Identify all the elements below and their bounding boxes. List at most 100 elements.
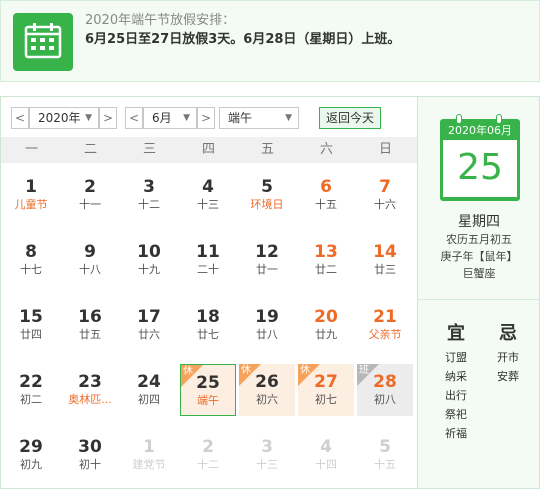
lunar-label: 初十 xyxy=(79,458,101,471)
detail-ganzhi-year: 庚子年【鼠年】 xyxy=(440,250,518,263)
prev-month-button[interactable]: < xyxy=(125,107,143,129)
date-card: 2020年06月 25 xyxy=(440,114,520,201)
chevron-down-icon: ▼ xyxy=(85,113,92,123)
day-number: 29 xyxy=(19,437,43,457)
lunar-label: 廿八 xyxy=(256,328,278,341)
day-cell[interactable]: 24 初四 xyxy=(121,364,177,416)
day-cell[interactable]: 休 27 初七 xyxy=(298,364,354,416)
day-number: 7 xyxy=(379,177,391,197)
day-cell[interactable]: 2 十一 xyxy=(62,169,118,221)
day-cell[interactable]: 5 环境日 xyxy=(239,169,295,221)
day-cell[interactable]: 12 廿一 xyxy=(239,234,295,286)
day-cell-selected[interactable]: 休 25 端午 xyxy=(180,364,236,416)
calendar-icon xyxy=(13,13,73,71)
day-number: 5 xyxy=(379,437,391,457)
day-cell[interactable]: 17 廿六 xyxy=(121,299,177,351)
day-detail-panel: 2020年06月 25 星期四 农历五月初五 庚子年【鼠年】 巨蟹座 宜 忌 订… xyxy=(417,97,540,488)
lunar-label: 十七 xyxy=(20,263,42,276)
suitable-item: 出行 xyxy=(445,389,467,402)
day-cell[interactable]: 30 初十 xyxy=(62,429,118,481)
day-cell[interactable]: 6 十五 xyxy=(298,169,354,221)
lunar-label: 十二 xyxy=(197,458,219,471)
day-cell[interactable]: 19 廿八 xyxy=(239,299,295,351)
day-cell[interactable]: 10 十九 xyxy=(121,234,177,286)
prev-year-button[interactable]: < xyxy=(11,107,29,129)
day-number: 2 xyxy=(202,437,214,457)
day-cell[interactable]: 1 儿童节 xyxy=(3,169,59,221)
lunar-label: 初七 xyxy=(315,393,337,406)
badge-label: 休 xyxy=(300,365,310,376)
day-cell[interactable]: 20 廿九 xyxy=(298,299,354,351)
day-cell[interactable]: 4 十三 xyxy=(180,169,236,221)
suitable-item: 订盟 xyxy=(445,351,467,364)
lunar-label: 初八 xyxy=(374,393,396,406)
lunar-label: 廿九 xyxy=(315,328,337,341)
weekday-label: 日 xyxy=(378,142,392,157)
next-year-button[interactable]: > xyxy=(99,107,117,129)
day-cell[interactable]: 15 廿四 xyxy=(3,299,59,351)
day-cell[interactable]: 13 廿二 xyxy=(298,234,354,286)
day-number: 6 xyxy=(320,177,332,197)
lunar-label: 二十 xyxy=(197,263,219,276)
day-number: 1 xyxy=(143,437,155,457)
day-cell[interactable]: 16 廿五 xyxy=(62,299,118,351)
next-month-button[interactable]: > xyxy=(197,107,215,129)
day-number: 23 xyxy=(78,372,102,392)
day-cell[interactable]: 3 十三 xyxy=(239,429,295,481)
badge-label: 班 xyxy=(359,365,369,376)
day-cell[interactable]: 11 二十 xyxy=(180,234,236,286)
day-number: 19 xyxy=(255,307,279,327)
day-cell[interactable]: 7 十六 xyxy=(357,169,413,221)
day-cell[interactable]: 5 十五 xyxy=(357,429,413,481)
weekday-label: 五 xyxy=(260,142,274,157)
day-cell[interactable]: 休 26 初六 xyxy=(239,364,295,416)
lunar-label: 环境日 xyxy=(250,198,284,211)
lunar-label: 十二 xyxy=(138,198,160,211)
day-cell[interactable]: 8 十七 xyxy=(3,234,59,286)
day-cell[interactable]: 22 初二 xyxy=(3,364,59,416)
lunar-label: 初四 xyxy=(138,393,160,406)
day-cell[interactable]: 4 十四 xyxy=(298,429,354,481)
day-cell[interactable]: 23 奥林匹... xyxy=(62,364,118,416)
day-cell[interactable]: 1 建党节 xyxy=(121,429,177,481)
day-cell[interactable]: 2 十二 xyxy=(180,429,236,481)
lunar-label: 端午 xyxy=(197,394,219,407)
detail-lunar-date: 农历五月初五 xyxy=(446,233,512,246)
day-number: 14 xyxy=(373,242,397,262)
day-cell[interactable]: 14 廿三 xyxy=(357,234,413,286)
day-number: 24 xyxy=(137,372,161,392)
chevron-down-icon: ▼ xyxy=(183,113,190,123)
lunar-label: 廿七 xyxy=(197,328,219,341)
day-number: 13 xyxy=(314,242,338,262)
month-select[interactable]: 6月 ▼ xyxy=(143,107,197,129)
day-cell[interactable]: 9 十八 xyxy=(62,234,118,286)
day-cell[interactable]: 29 初九 xyxy=(3,429,59,481)
day-cell[interactable]: 21 父亲节 xyxy=(357,299,413,351)
lunar-label: 廿三 xyxy=(374,263,396,276)
day-number: 10 xyxy=(137,242,161,262)
weekday-label: 一 xyxy=(24,142,38,157)
lunar-label: 十九 xyxy=(138,263,160,276)
lunar-label: 儿童节 xyxy=(14,198,48,211)
day-number: 30 xyxy=(78,437,102,457)
lunar-label: 廿四 xyxy=(20,328,42,341)
back-to-today-button[interactable]: 返回今天 xyxy=(319,107,381,129)
weekday-label: 四 xyxy=(201,142,215,157)
day-number: 3 xyxy=(261,437,273,457)
suitable-item: 祭祀 xyxy=(445,408,467,421)
day-number: 11 xyxy=(196,242,220,262)
day-cell[interactable]: 3 十二 xyxy=(121,169,177,221)
lunar-label: 十三 xyxy=(197,198,219,211)
day-cell[interactable]: 18 廿七 xyxy=(180,299,236,351)
day-number: 8 xyxy=(25,242,37,262)
lunar-label: 十四 xyxy=(315,458,337,471)
lunar-label: 十六 xyxy=(374,198,396,211)
lunar-label: 廿六 xyxy=(138,328,160,341)
year-select[interactable]: 2020年 ▼ xyxy=(29,107,99,129)
holiday-select[interactable]: 端午 ▼ xyxy=(219,107,299,129)
avoid-heading: 忌 xyxy=(499,323,517,344)
day-cell[interactable]: 班 28 初八 xyxy=(357,364,413,416)
lunar-label: 建党节 xyxy=(132,458,166,471)
day-number: 17 xyxy=(137,307,161,327)
weekday-label: 三 xyxy=(142,142,156,157)
